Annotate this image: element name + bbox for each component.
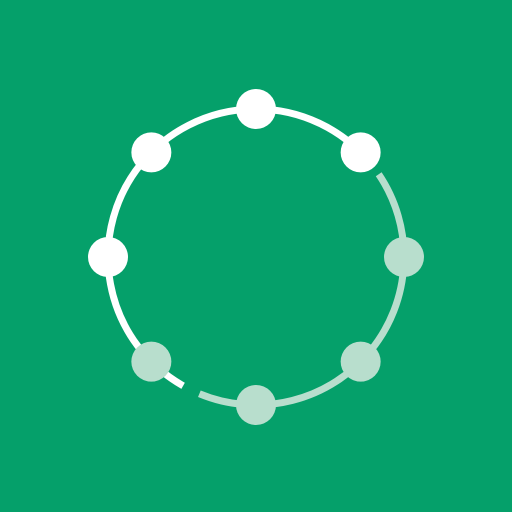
icon-background (0, 0, 512, 512)
progress-step-dot-pending (340, 341, 381, 382)
progress-step-dot-completed (88, 237, 128, 277)
progress-step-dot-completed (340, 132, 381, 173)
circular-progress-ring-icon (0, 0, 512, 512)
progress-step-dot-pending (236, 385, 276, 425)
progress-step-dot-completed (131, 132, 172, 173)
progress-step-dot-pending (131, 341, 172, 382)
progress-step-dot-pending (384, 237, 424, 277)
app-icon-tile (0, 0, 512, 512)
progress-step-dot-completed (236, 89, 276, 129)
